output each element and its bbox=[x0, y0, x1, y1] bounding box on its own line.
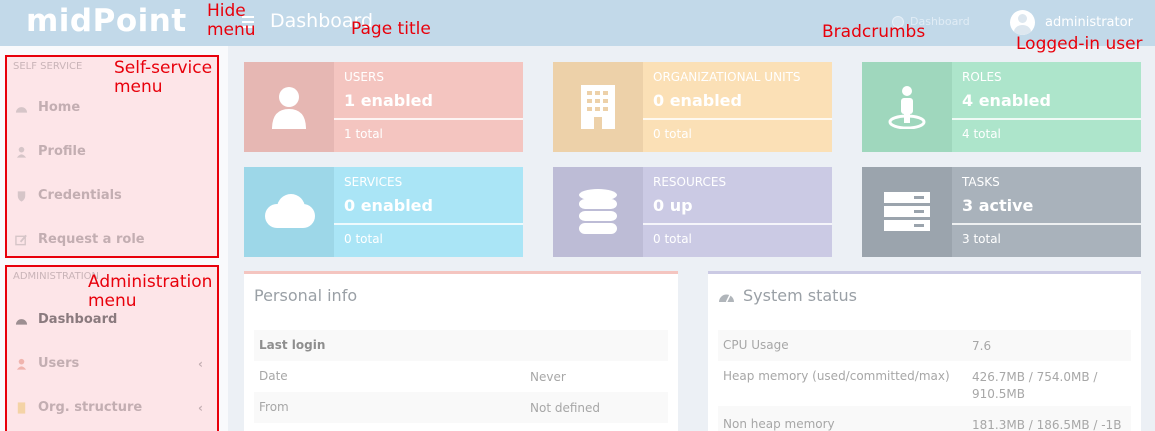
sidebar-item-org-structure[interactable]: Org. structure ‹ bbox=[15, 400, 211, 415]
table-row: Heap memory (used/committed/max) 426.7MB… bbox=[718, 361, 1131, 405]
row-value: 7.6 bbox=[972, 339, 992, 353]
administration-header: ADMINISTRATION bbox=[13, 271, 100, 282]
sidebar-item-users[interactable]: Users ‹ bbox=[15, 356, 211, 371]
annotation-self-service-menu: Self-service menu bbox=[114, 58, 213, 97]
self-service-header: SELF SERVICE bbox=[13, 61, 83, 72]
avatar bbox=[1010, 10, 1035, 35]
user-icon bbox=[16, 358, 27, 370]
panel-title: System status bbox=[718, 286, 857, 305]
info-box-label: SERVICES bbox=[344, 175, 403, 189]
dashboard-icon bbox=[15, 318, 28, 325]
sidebar-item-profile[interactable]: Profile bbox=[15, 144, 86, 159]
building-icon bbox=[17, 401, 26, 414]
table-row: Non heap memory 181.3MB / 186.5MB / -1B bbox=[718, 406, 1131, 431]
table-row: Date Never bbox=[254, 361, 668, 392]
sidebar-item-request-role[interactable]: Request a role bbox=[15, 232, 145, 247]
sidebar-item-credentials[interactable]: Credentials bbox=[15, 188, 122, 203]
row-value: 181.3MB / 186.5MB / -1B bbox=[972, 418, 1122, 431]
info-box-label: ROLES bbox=[962, 70, 1002, 84]
row-value: Never bbox=[530, 370, 566, 384]
users-info-box[interactable]: USERS 1 enabled 1 total bbox=[244, 62, 523, 152]
sidebar: SELF SERVICE Home Profile Credentials Re… bbox=[0, 46, 228, 431]
services-info-box[interactable]: SERVICES 0 enabled 0 total bbox=[244, 167, 523, 257]
roles-info-box[interactable]: ROLES 4 enabled 4 total bbox=[862, 62, 1141, 152]
info-box-label: ORGANIZATIONAL UNITS bbox=[653, 70, 801, 84]
info-box-total: 0 total bbox=[344, 232, 383, 246]
system-status-panel: System status CPU Usage 7.6 Heap memory … bbox=[708, 271, 1141, 431]
cloud-icon bbox=[244, 167, 334, 257]
sidebar-item-home[interactable]: Home bbox=[15, 100, 80, 115]
row-key: CPU Usage bbox=[723, 338, 789, 352]
chevron-left-icon[interactable]: ‹ bbox=[198, 401, 203, 415]
dashboard-icon bbox=[15, 106, 28, 113]
info-box-progress bbox=[643, 118, 832, 120]
database-icon bbox=[553, 167, 643, 257]
info-box-value: 0 up bbox=[653, 196, 693, 215]
info-box-label: RESOURCES bbox=[653, 175, 727, 189]
annotation-page-title: Page title bbox=[351, 19, 431, 39]
table-row: Last login bbox=[254, 330, 668, 361]
info-box-progress bbox=[952, 118, 1141, 120]
top-header: midPoint Dashboard Dashboard administrat… bbox=[0, 0, 1155, 46]
info-box-total: 3 total bbox=[962, 232, 1001, 246]
user-name: administrator bbox=[1045, 15, 1133, 30]
info-box-progress bbox=[643, 223, 832, 225]
table-row: From Not defined bbox=[254, 392, 668, 423]
panel-title: Personal info bbox=[254, 286, 358, 305]
info-box-progress bbox=[334, 223, 523, 225]
row-key: Heap memory (used/committed/max) bbox=[723, 369, 950, 383]
resources-info-box[interactable]: RESOURCES 0 up 0 total bbox=[553, 167, 832, 257]
info-box-total: 1 total bbox=[344, 127, 383, 141]
info-box-total: 4 total bbox=[962, 127, 1001, 141]
personal-info-panel: Personal info Last login Date Never From… bbox=[244, 271, 678, 431]
user-icon bbox=[16, 146, 27, 158]
info-box-progress bbox=[952, 223, 1141, 225]
org-units-info-box[interactable]: ORGANIZATIONAL UNITS 0 enabled 0 total bbox=[553, 62, 832, 152]
role-icon bbox=[862, 62, 952, 152]
annotation-logged-in-user: Logged-in user bbox=[1016, 34, 1143, 54]
edit-icon bbox=[15, 234, 27, 245]
annotation-hide-menu: Hide menu bbox=[207, 1, 256, 40]
info-box-value: 3 active bbox=[962, 196, 1034, 215]
info-box-label: TASKS bbox=[962, 175, 1000, 189]
annotation-breadcrumbs: Bradcrumbs bbox=[822, 22, 926, 42]
tasks-info-box[interactable]: TASKS 3 active 3 total bbox=[862, 167, 1141, 257]
dashboard-icon bbox=[719, 294, 734, 302]
info-box-total: 0 total bbox=[653, 127, 692, 141]
table-row: CPU Usage 7.6 bbox=[718, 330, 1131, 361]
tasks-icon bbox=[862, 167, 952, 257]
user-menu[interactable]: administrator bbox=[1010, 10, 1133, 35]
row-key: Non heap memory bbox=[723, 417, 835, 431]
logo[interactable]: midPoint bbox=[26, 3, 187, 39]
info-box-label: USERS bbox=[344, 70, 384, 84]
row-key: Date bbox=[259, 369, 288, 383]
shield-icon bbox=[17, 190, 26, 202]
annotation-administration-menu: Administration menu bbox=[88, 272, 213, 311]
info-box-value: 4 enabled bbox=[962, 91, 1051, 110]
info-box-progress bbox=[334, 118, 523, 120]
row-value: 426.7MB / 754.0MB / 910.5MB bbox=[972, 370, 1098, 401]
row-key: From bbox=[259, 400, 289, 414]
user-icon bbox=[244, 62, 334, 152]
info-box-value: 1 enabled bbox=[344, 91, 433, 110]
building-icon bbox=[553, 62, 643, 152]
sidebar-item-dashboard[interactable]: Dashboard bbox=[15, 312, 117, 327]
row-value: Not defined bbox=[530, 401, 601, 415]
info-box-total: 0 total bbox=[653, 232, 692, 246]
info-box-value: 0 enabled bbox=[653, 91, 742, 110]
chevron-left-icon[interactable]: ‹ bbox=[198, 357, 203, 371]
info-box-value: 0 enabled bbox=[344, 196, 433, 215]
section-heading: Last login bbox=[259, 338, 326, 352]
